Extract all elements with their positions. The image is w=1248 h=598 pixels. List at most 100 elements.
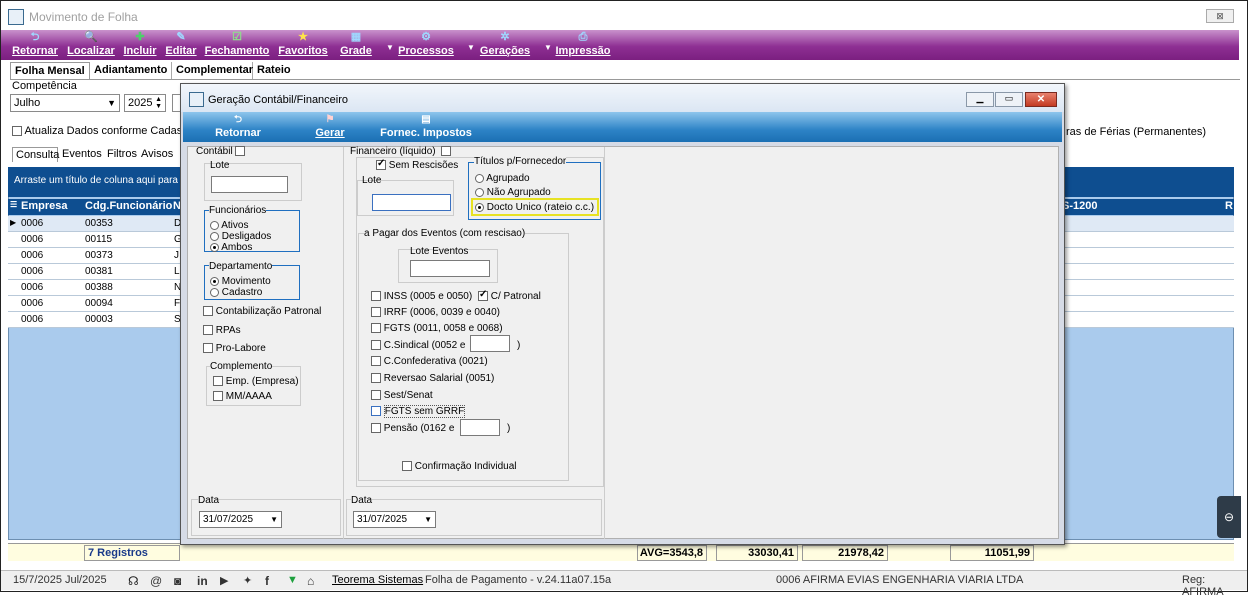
impressao-button[interactable]: ⎙ Impressão [554, 30, 612, 60]
tab-rateio[interactable]: Rateio [253, 62, 293, 79]
pensao-paren: ) [507, 423, 511, 434]
complemento-label: Complemento [210, 361, 273, 372]
radio-ambos[interactable]: Ambos [210, 242, 252, 253]
reversao-salarial-checkbox[interactable]: Reversao Salarial (0051) [371, 373, 494, 384]
youtube-icon[interactable]: ▶ [220, 574, 228, 587]
data-select-right[interactable]: 31/07/2025 ▼ [353, 511, 436, 528]
grid-menu-icon[interactable]: ☰ [10, 200, 17, 209]
pensao-checkbox[interactable]: Pensão (0162 e [371, 423, 454, 434]
sest-senat-checkbox[interactable]: Sest/Senat [371, 390, 433, 401]
atualiza-checkbox[interactable]: Atualiza Dados conforme Cadastro [12, 125, 195, 137]
headset-icon[interactable]: ☊ [128, 574, 139, 588]
tab-filtros[interactable]: Filtros [105, 147, 139, 161]
contabil-checkbox[interactable]: Contábil [196, 146, 246, 157]
editar-button[interactable]: ✎ Editar [164, 30, 198, 60]
irrf-checkbox[interactable]: IRRF (0006, 0039 e 0040) [371, 307, 500, 318]
localizar-button[interactable]: 🔍 Localizar [67, 30, 115, 60]
data-select-left[interactable]: 31/07/2025 ▼ [199, 511, 282, 528]
lote2-label: Lote [362, 175, 382, 186]
dialog-close-button[interactable]: ✕ [1025, 92, 1057, 107]
fechamento-button[interactable]: ☑ Fechamento [204, 30, 270, 60]
pensao-input[interactable] [460, 419, 500, 436]
lote-input[interactable] [211, 176, 288, 193]
radio-agrupado[interactable]: Agrupado [475, 173, 530, 184]
geracoes-dropdown-button[interactable]: ▼ [540, 30, 552, 60]
extra-field[interactable] [172, 94, 180, 112]
contabilizacao-patronal-checkbox[interactable]: Contabilização Patronal [203, 306, 321, 317]
app-logo-icon [189, 92, 204, 107]
title-bar: Movimento de Folha ⊠ [1, 1, 1247, 31]
lote2-input[interactable] [372, 194, 451, 211]
cell-funcionario: 00388 [85, 282, 113, 293]
app-logo-icon [8, 9, 24, 25]
radio-cadastro[interactable]: Cadastro [210, 287, 262, 298]
tab-avisos[interactable]: Avisos [139, 147, 175, 161]
col-s1200[interactable]: S-1200 [1062, 200, 1097, 212]
radio-nao-agrupado[interactable]: Não Agrupado [475, 187, 551, 198]
status-date: 15/7/2025 Jul/2025 [13, 574, 107, 586]
column-divider [343, 147, 344, 539]
radio-movimento[interactable]: Movimento [210, 276, 271, 287]
cell-empresa: 0006 [21, 314, 44, 325]
year-stepper[interactable]: 2025 ▲ ▼ [124, 94, 166, 112]
confirmacao-individual-checkbox[interactable]: Confirmação Individual [402, 461, 517, 472]
facebook-icon[interactable]: f [265, 574, 269, 588]
lote-eventos-input[interactable] [410, 260, 490, 277]
tab-folha-mensal[interactable]: Folha Mensal [10, 62, 90, 79]
tab-eventos[interactable]: Eventos [60, 147, 104, 161]
sem-rescisoes-checkbox[interactable]: Sem Rescisões [376, 158, 458, 171]
teorema-sistemas-link[interactable]: Teorema Sistemas [332, 574, 423, 586]
fornec-impostos-button[interactable]: ▤ Fornec. Impostos [379, 112, 473, 142]
emp-empresa-checkbox[interactable]: Emp. (Empresa) [213, 376, 299, 387]
col-r[interactable]: R [1225, 200, 1233, 212]
fgts-sem-grrf-checkbox[interactable]: FGTS sem GRRF [371, 405, 466, 418]
c-confederativa-checkbox[interactable]: C.Confederativa (0021) [371, 356, 488, 367]
c-patronal-checkbox[interactable]: C/ Patronal [478, 289, 541, 302]
c-sindical-input[interactable] [470, 335, 510, 352]
cell-funcionario: 00381 [85, 266, 113, 277]
col-cdg-funcionario[interactable]: Cdg.Funcionário [85, 200, 172, 212]
radio-ativos[interactable]: Ativos [210, 220, 248, 231]
company-name: 0006 AFIRMA EVIAS ENGENHARIA VIARIA LTDA [776, 574, 1024, 586]
pro-labore-checkbox[interactable]: Pro-Labore [203, 343, 266, 354]
checklist-icon: ☑ [232, 31, 242, 43]
cell-funcionario: 00373 [85, 250, 113, 261]
dialog-toolbar: ⮌ Retornar ⚑ Gerar ▤ Fornec. Impostos [183, 112, 1062, 142]
retornar-button[interactable]: ⮌ Retornar [10, 30, 60, 60]
tab-consulta[interactable]: Consulta [12, 147, 59, 162]
teorema-logo-icon[interactable]: ▼ [287, 574, 298, 586]
rpas-checkbox[interactable]: RPAs [203, 325, 241, 336]
at-sign-icon[interactable]: @ [150, 574, 162, 588]
month-select[interactable]: Julho ▼ [10, 94, 120, 112]
graduation-cap-icon[interactable]: ⌂ [307, 574, 314, 588]
radio-docto-unico[interactable]: Docto Unico (rateio c.c.) [475, 202, 594, 213]
c-sindical-checkbox[interactable]: C.Sindical (0052 e [371, 340, 466, 351]
linkedin-icon[interactable]: in [197, 574, 208, 588]
close-button[interactable]: ⊠ [1206, 9, 1234, 23]
fgts-checkbox[interactable]: FGTS (0011, 0058 e 0068) [371, 323, 503, 334]
geracoes-button[interactable]: ✲ Gerações [479, 30, 531, 60]
dialog-retornar-button[interactable]: ⮌ Retornar [210, 112, 266, 142]
inss-checkbox[interactable]: INSS (0005 e 0050) [371, 291, 472, 302]
mm-aaaa-checkbox[interactable]: MM/AAAA [213, 391, 272, 402]
twitter-icon[interactable]: ✦ [243, 574, 252, 587]
funcionarios-label: Funcionários [209, 205, 267, 216]
grade-dropdown-button[interactable]: ▼ [382, 30, 394, 60]
col-empresa[interactable]: Empresa [21, 200, 67, 212]
cell-empresa: 0006 [21, 234, 44, 245]
tab-complementar[interactable]: Complementar [172, 62, 253, 79]
grade-button[interactable]: ▦ Grade [338, 30, 374, 60]
financeiro-checkbox[interactable]: Financeiro (líquido) [350, 146, 452, 157]
gerar-button[interactable]: ⚑ Gerar [313, 112, 347, 142]
lote-eventos-label: Lote Eventos [410, 246, 469, 257]
side-panel-toggle-icon[interactable]: ⊖ [1217, 496, 1241, 538]
instagram-icon[interactable]: ◙ [174, 574, 181, 588]
processos-dropdown-button[interactable]: ▼ [463, 30, 475, 60]
processos-button[interactable]: ⚙ Processos [398, 30, 454, 60]
tab-adiantamento[interactable]: Adiantamento [90, 62, 172, 79]
incluir-button[interactable]: ✚ Incluir [122, 30, 158, 60]
favoritos-button[interactable]: ★ Favoritos [277, 30, 329, 60]
maximize-button[interactable]: ▭ [995, 92, 1023, 107]
radio-desligados[interactable]: Desligados [210, 231, 271, 242]
minimize-button[interactable]: ▁ [966, 92, 994, 107]
